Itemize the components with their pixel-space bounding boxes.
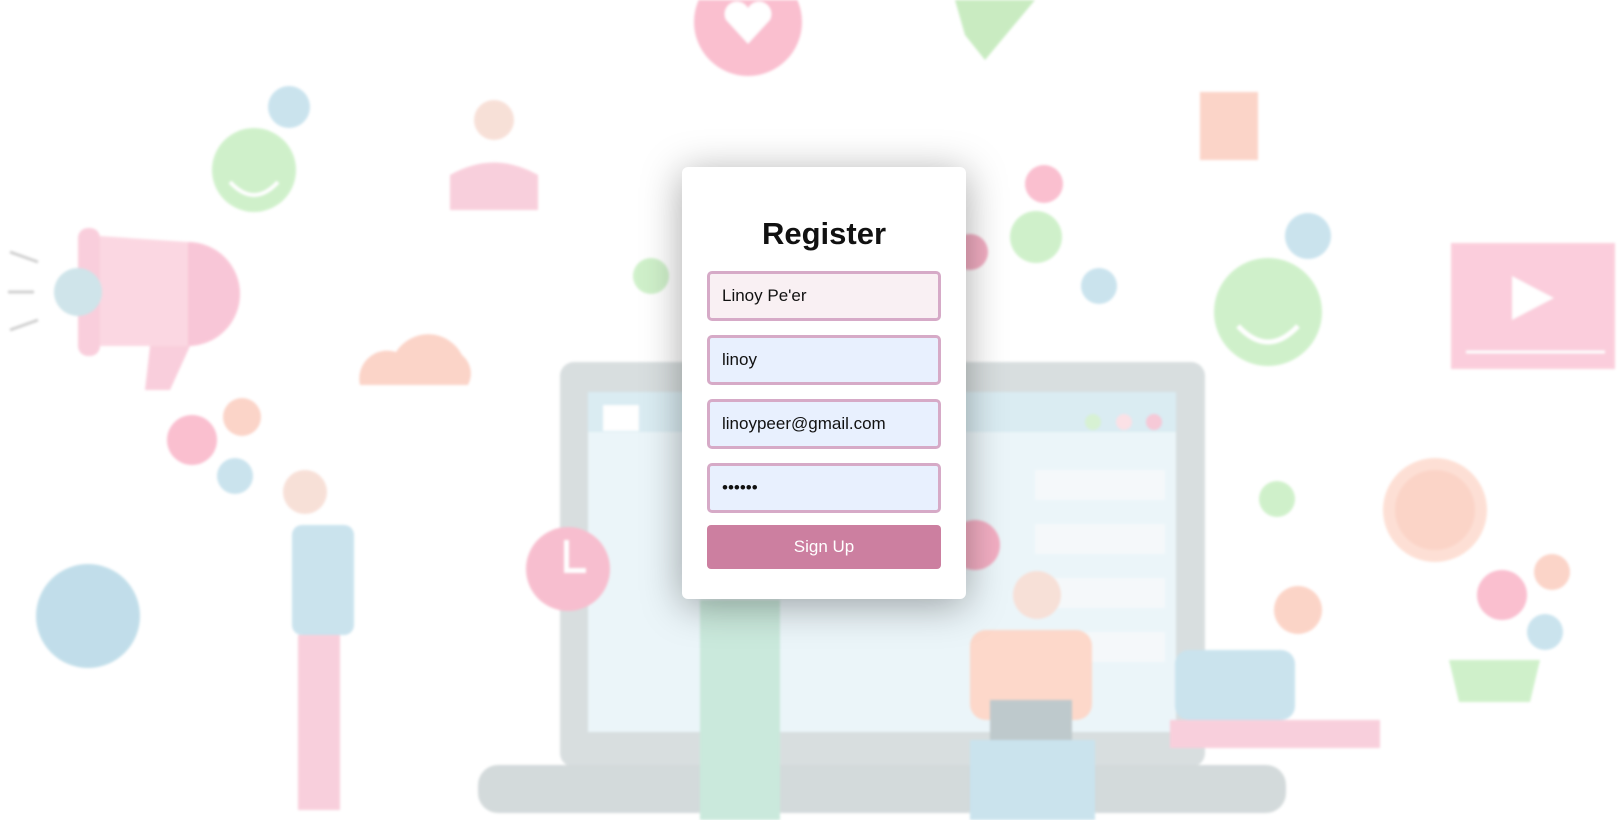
cloud-icon [359,334,471,385]
paper-plane-icon [955,0,1035,60]
dollar-coin-icon [1383,458,1487,562]
register-form: Register Sign Up [682,167,966,599]
page-title: Register [761,216,887,251]
person-illustration [450,100,538,210]
email-input[interactable] [707,399,941,449]
play-icon [1451,243,1615,369]
heart-icon [694,0,802,76]
megaphone-icon [8,228,240,390]
sign-up-button[interactable]: Sign Up [707,525,941,569]
basket-icon [1449,660,1540,702]
name-input[interactable] [707,271,941,321]
person-illustration [700,600,780,820]
note-illustration [1200,92,1258,160]
password-input[interactable] [707,463,941,513]
username-input[interactable] [707,335,941,385]
person-illustration [283,470,354,810]
clock-icon [526,527,610,611]
